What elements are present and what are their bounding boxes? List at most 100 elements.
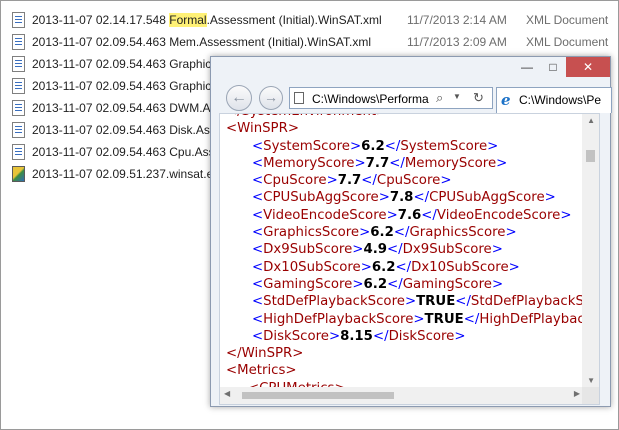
score-value: 6.2 — [370, 225, 394, 241]
refresh-icon[interactable]: ↻ — [473, 90, 484, 106]
vertical-scroll-thumb[interactable] — [586, 150, 595, 162]
score-value: 6.2 — [371, 259, 396, 275]
scroll-left-icon[interactable]: ◀ — [224, 389, 230, 398]
xml-punct: > — [496, 155, 508, 171]
xml-file-icon — [12, 56, 25, 72]
xml-punct: </ — [361, 173, 377, 189]
back-button[interactable]: ← — [226, 85, 252, 111]
xml-punct: < — [252, 259, 264, 275]
address-text[interactable]: C:\Windows\Performa — [312, 92, 430, 106]
maximize-button[interactable]: □ — [540, 57, 566, 77]
scroll-corner — [582, 387, 599, 404]
file-row[interactable]: 2013-11-07 02.09.54.463 Mem.Assessment (… — [12, 31, 612, 53]
xml-punct: > — [352, 242, 364, 258]
xml-punct: </ — [387, 276, 403, 292]
search-icon[interactable]: ⌕ — [436, 90, 443, 106]
xml-tag-name: GamingScore — [263, 276, 353, 292]
xml-punct: </ — [463, 311, 480, 327]
xml-punct: < — [252, 311, 264, 327]
xml-punct: > — [354, 155, 366, 171]
ie-titlebar[interactable]: — □ ✕ — [211, 57, 610, 81]
xml-punct: </ — [413, 190, 430, 206]
xml-punct: > — [544, 190, 556, 206]
xml-score-line: <GamingScore>6.2</GamingScore> — [226, 276, 599, 293]
xml-line: <WinSPR> — [226, 120, 599, 137]
minimize-button[interactable]: — — [514, 57, 540, 77]
xml-tag-name: SystemScore — [263, 138, 350, 154]
xml-punct: </ — [389, 155, 405, 171]
xml-punct: > — [349, 138, 362, 154]
forward-button[interactable]: → — [259, 86, 283, 110]
horizontal-scroll-thumb[interactable] — [242, 392, 394, 399]
horizontal-scrollbar[interactable]: ◀ ▶ — [220, 387, 584, 404]
file-name[interactable]: 2013-11-07 02.14.17.548 Formal.Assessmen… — [32, 13, 382, 27]
file-row[interactable]: 2013-11-07 02.14.17.548 Formal.Assessmen… — [12, 9, 612, 31]
xml-tag-name: DiskScore — [388, 328, 455, 344]
xml-tag-name: StdDefPlaybackScore — [263, 294, 405, 310]
xml-viewer: </SystemEnvironment><WinSPR><SystemScore… — [219, 113, 600, 405]
score-value: 7.7 — [337, 173, 362, 189]
xml-punct: > — [352, 276, 364, 292]
xml-punct: < — [252, 294, 264, 310]
xml-tag-name: CpuScore — [376, 173, 441, 189]
xml-score-line: <Dx9SubScore>4.9</Dx9SubScore> — [226, 241, 599, 258]
file-name[interactable]: 2013-11-07 02.09.54.463 Disk.Asse — [32, 123, 223, 137]
xml-score-line: <CpuScore>7.7</CpuScore> — [226, 172, 599, 189]
xml-punct: > — [360, 259, 372, 275]
file-name[interactable]: 2013-11-07 02.09.54.463 Cpu.Asses — [32, 145, 227, 159]
xml-tag-name: Dx10SubScore — [263, 259, 361, 275]
file-name-part: 2013-11-07 02.14.17.548 — [32, 13, 170, 27]
address-bar[interactable]: C:\Windows\Performa ⌕ ▼ ↻ — [289, 87, 493, 109]
close-button[interactable]: ✕ — [566, 57, 610, 77]
file-type: XML Document — [526, 35, 609, 49]
xml-tag-name: HighDefPlaybackScore — [263, 311, 414, 327]
score-value: 6.2 — [363, 276, 388, 292]
xml-punct: > — [326, 173, 338, 189]
browser-tab[interactable]: e C:\Windows\Pe — [496, 87, 612, 113]
score-value: 6.2 — [361, 138, 385, 154]
vertical-scrollbar[interactable]: ▲ ▼ — [582, 114, 599, 387]
scroll-right-icon[interactable]: ▶ — [574, 389, 580, 398]
xml-line: </SystemEnvironment> — [226, 114, 599, 120]
xml-line: <Metrics> — [226, 362, 599, 379]
xml-tag-name: CpuScore — [263, 173, 327, 189]
xml-file-icon — [12, 12, 25, 28]
file-name[interactable]: 2013-11-07 02.09.51.237.winsat.etl — [32, 167, 219, 181]
scroll-up-icon[interactable]: ▲ — [587, 116, 595, 125]
xml-score-line: <HighDefPlaybackScore>TRUE</HighDefPlayb… — [226, 311, 599, 328]
xml-file-icon — [12, 78, 25, 94]
file-name[interactable]: 2013-11-07 02.09.54.463 Graphics3 — [32, 79, 224, 93]
xml-tag: <Metrics> — [226, 363, 297, 379]
file-name[interactable]: 2013-11-07 02.09.54.463 DWM.Ass — [32, 101, 223, 115]
xml-punct: > — [454, 328, 466, 344]
ie-toolbar: ← → C:\Windows\Performa ⌕ ▼ ↻ e C:\Windo… — [211, 79, 612, 113]
xml-document: </SystemEnvironment><WinSPR><SystemScore… — [226, 114, 599, 397]
xml-tag-name: CPUSubAggScore — [263, 190, 379, 206]
xml-punct: < — [252, 207, 264, 223]
file-date: 11/7/2013 2:14 AM — [407, 13, 507, 27]
xml-line: </WinSPR> — [226, 345, 599, 362]
xml-punct: < — [252, 242, 264, 258]
xml-tag-name: Dx10SubScore — [411, 259, 509, 275]
file-name-part: 2013-11-07 02.09.54.463 Cpu.Asses — [32, 145, 228, 159]
xml-punct: < — [252, 155, 264, 171]
page-icon — [294, 92, 304, 104]
ie-logo-icon: e — [501, 91, 511, 109]
xml-punct: > — [386, 207, 398, 223]
xml-punct: > — [487, 138, 499, 154]
xml-tag-name: DiskScore — [263, 328, 329, 344]
scroll-down-icon[interactable]: ▼ — [587, 376, 595, 385]
chevron-down-icon[interactable]: ▼ — [453, 92, 461, 101]
xml-punct: > — [560, 207, 572, 223]
score-value: 4.9 — [363, 242, 387, 258]
file-name[interactable]: 2013-11-07 02.09.54.463 Mem.Assessment (… — [32, 35, 371, 49]
xml-punct: </ — [455, 294, 471, 310]
file-name-part: 2013-11-07 02.09.54.463 Graphics3 — [32, 79, 224, 93]
file-name[interactable]: 2013-11-07 02.09.54.463 GraphicsM — [32, 57, 227, 71]
xml-tag-name: SystemScore — [400, 138, 488, 154]
xml-tag: <WinSPR> — [226, 121, 299, 137]
xml-score-line: <SystemScore>6.2</SystemScore> — [226, 138, 599, 155]
xml-punct: < — [252, 225, 264, 241]
xml-punct: < — [252, 138, 264, 154]
xml-punct: < — [252, 328, 264, 344]
